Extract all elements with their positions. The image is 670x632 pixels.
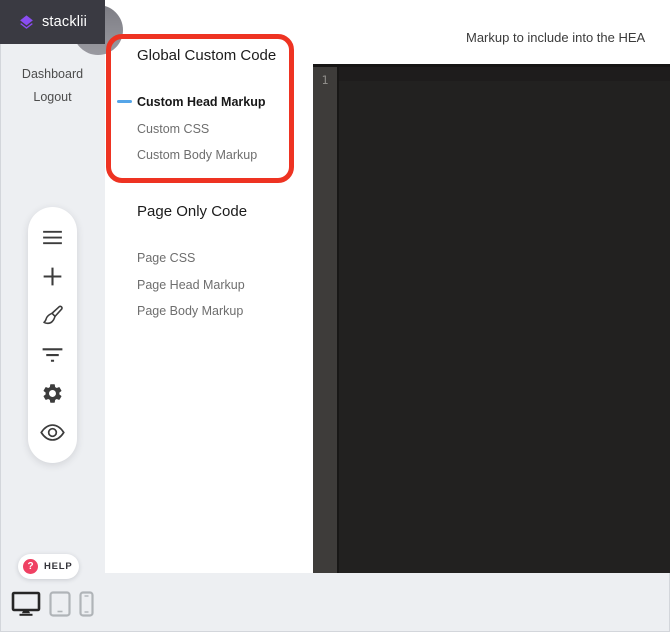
line-number: 1 — [322, 73, 329, 87]
code-editor[interactable]: 1 — [313, 64, 670, 573]
phone-icon[interactable] — [79, 591, 94, 617]
filter-icon[interactable] — [39, 340, 67, 368]
question-icon: ? — [23, 559, 38, 574]
side-toolbar — [28, 207, 77, 463]
section-title-global-custom-code: Global Custom Code — [137, 47, 276, 64]
device-toggles — [11, 591, 94, 617]
tablet-icon[interactable] — [49, 591, 71, 617]
help-label: HELP — [44, 561, 73, 572]
sidebar-link-dashboard[interactable]: Dashboard — [0, 67, 105, 81]
paintbrush-icon[interactable] — [39, 302, 67, 330]
help-button[interactable]: ? HELP — [18, 554, 79, 579]
active-item-indicator — [117, 100, 132, 103]
menu-item-page-css[interactable]: Page CSS — [137, 251, 195, 265]
editor-gutter: 1 — [313, 67, 339, 573]
menu-item-page-head-markup[interactable]: Page Head Markup — [137, 278, 245, 292]
app-window: stacklii Dashboard Logout — [0, 0, 670, 632]
editor-code-area[interactable] — [339, 67, 670, 573]
section-title-page-only-code: Page Only Code — [137, 203, 247, 220]
brand-header[interactable]: stacklii — [0, 0, 105, 44]
eye-icon[interactable] — [39, 418, 67, 446]
menu-icon[interactable] — [39, 224, 67, 252]
gear-icon[interactable] — [39, 379, 67, 407]
brand-name: stacklii — [42, 14, 87, 30]
editor-description: Markup to include into the HEA — [466, 30, 645, 45]
layers-icon — [18, 14, 35, 31]
desktop-icon[interactable] — [11, 591, 41, 617]
plus-icon[interactable] — [39, 263, 67, 291]
sidebar-link-logout[interactable]: Logout — [0, 90, 105, 104]
menu-item-custom-css[interactable]: Custom CSS — [137, 122, 209, 136]
menu-item-page-body-markup[interactable]: Page Body Markup — [137, 304, 243, 318]
menu-item-custom-body-markup[interactable]: Custom Body Markup — [137, 148, 257, 162]
menu-item-custom-head-markup[interactable]: Custom Head Markup — [137, 95, 266, 109]
